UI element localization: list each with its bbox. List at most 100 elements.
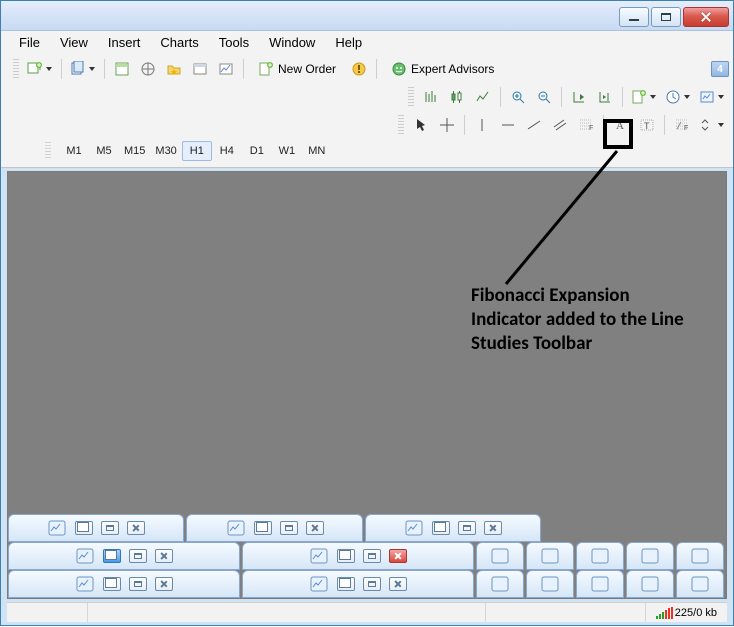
- mdi-window[interactable]: [365, 514, 541, 542]
- toolbar-grip[interactable]: [398, 115, 404, 135]
- menu-charts[interactable]: Charts: [150, 33, 208, 52]
- mdi-window[interactable]: [526, 542, 574, 570]
- tf-w1[interactable]: W1: [272, 141, 302, 161]
- fibonacci-retracement-button[interactable]: F: [574, 113, 598, 137]
- restore-button[interactable]: [337, 549, 355, 563]
- menu-file[interactable]: File: [9, 33, 50, 52]
- text-label-button[interactable]: T: [635, 113, 659, 137]
- maximize-button[interactable]: [458, 521, 476, 535]
- strategy-tester-button[interactable]: [214, 57, 238, 81]
- fibonacci-expansion-button[interactable]: F: [670, 113, 694, 137]
- mdi-window[interactable]: [676, 542, 724, 570]
- mdi-window[interactable]: [676, 570, 724, 598]
- mdi-window[interactable]: [626, 570, 674, 598]
- tf-m30[interactable]: M30: [150, 141, 181, 161]
- mdi-window-active[interactable]: [8, 542, 240, 570]
- zoom-in-button[interactable]: [506, 85, 530, 109]
- alerts-count-badge[interactable]: 4: [711, 61, 729, 77]
- terminal-button[interactable]: [188, 57, 212, 81]
- mdi-window[interactable]: [242, 570, 474, 598]
- candlestick-button[interactable]: [445, 85, 469, 109]
- maximize-button[interactable]: [363, 577, 381, 591]
- menu-help[interactable]: Help: [325, 33, 372, 52]
- new-order-button[interactable]: New Order: [249, 57, 345, 81]
- tf-mn[interactable]: MN: [302, 141, 332, 161]
- chart-window-icon: [640, 548, 660, 564]
- menu-insert[interactable]: Insert: [98, 33, 151, 52]
- close-button[interactable]: [306, 521, 324, 535]
- cursor-button[interactable]: [409, 113, 433, 137]
- close-button[interactable]: [155, 549, 173, 563]
- auto-scroll-button[interactable]: [567, 85, 591, 109]
- mdi-window[interactable]: [576, 570, 624, 598]
- tf-m1[interactable]: M1: [59, 141, 89, 161]
- tf-h1[interactable]: H1: [182, 141, 212, 161]
- menu-window[interactable]: Window: [259, 33, 325, 52]
- vertical-line-button[interactable]: [470, 113, 494, 137]
- status-connection[interactable]: 225/0 kb: [645, 603, 727, 622]
- toolbar-grip[interactable]: [408, 87, 414, 107]
- bar-chart-button[interactable]: [419, 85, 443, 109]
- close-button[interactable]: [127, 521, 145, 535]
- chevron-down-icon: [46, 67, 52, 71]
- close-button[interactable]: [155, 577, 173, 591]
- restore-button[interactable]: [103, 549, 121, 563]
- close-button[interactable]: [389, 577, 407, 591]
- tf-m5[interactable]: M5: [89, 141, 119, 161]
- equidistant-channel-button[interactable]: [548, 113, 572, 137]
- close-button[interactable]: [683, 7, 729, 27]
- templates-button[interactable]: [696, 85, 728, 109]
- chart-shift-button[interactable]: [593, 85, 617, 109]
- mdi-window[interactable]: [626, 542, 674, 570]
- maximize-button[interactable]: [280, 521, 298, 535]
- metaeditor-button[interactable]: [347, 57, 371, 81]
- toolbar-grip[interactable]: [13, 59, 19, 79]
- close-button[interactable]: [484, 521, 502, 535]
- crosshair-button[interactable]: [435, 113, 459, 137]
- market-watch-button[interactable]: [110, 57, 134, 81]
- indicators-list-button[interactable]: [628, 85, 660, 109]
- mdi-window[interactable]: [8, 514, 184, 542]
- arrows-button[interactable]: [696, 113, 728, 137]
- trendline-button[interactable]: [522, 113, 546, 137]
- restore-button[interactable]: [432, 521, 450, 535]
- chart-window-icon: [540, 576, 560, 592]
- tf-h4[interactable]: H4: [212, 141, 242, 161]
- tf-d1[interactable]: D1: [242, 141, 272, 161]
- restore-button[interactable]: [337, 577, 355, 591]
- menu-tools[interactable]: Tools: [209, 33, 259, 52]
- mdi-window[interactable]: [8, 570, 240, 598]
- mdi-window[interactable]: [476, 570, 524, 598]
- periodicity-button[interactable]: [662, 85, 694, 109]
- toolbar-grip[interactable]: [45, 142, 51, 160]
- maximize-button[interactable]: [101, 521, 119, 535]
- horizontal-line-button[interactable]: [496, 113, 520, 137]
- mdi-window[interactable]: [576, 542, 624, 570]
- arrows-icon: [699, 117, 715, 133]
- status-help: [7, 603, 87, 622]
- restore-button[interactable]: [103, 577, 121, 591]
- mdi-window[interactable]: [526, 570, 574, 598]
- mdi-window[interactable]: [242, 542, 474, 570]
- menu-view[interactable]: View: [50, 33, 98, 52]
- mdi-window[interactable]: [476, 542, 524, 570]
- line-chart-button[interactable]: [471, 85, 495, 109]
- toolbar-charts: [5, 83, 729, 111]
- mdi-window[interactable]: [186, 514, 362, 542]
- profiles-button[interactable]: [67, 57, 99, 81]
- restore-button[interactable]: [254, 521, 272, 535]
- data-window-button[interactable]: [162, 57, 186, 81]
- toolbar-standard: New Order Expert Advisors 4: [5, 55, 729, 83]
- restore-button[interactable]: [75, 521, 93, 535]
- new-chart-button[interactable]: [24, 57, 56, 81]
- maximize-button[interactable]: [651, 7, 681, 27]
- maximize-button[interactable]: [363, 549, 381, 563]
- close-button[interactable]: [389, 549, 407, 563]
- minimize-button[interactable]: [619, 7, 649, 27]
- maximize-button[interactable]: [129, 549, 147, 563]
- navigator-button[interactable]: [136, 57, 160, 81]
- maximize-button[interactable]: [129, 577, 147, 591]
- tf-m15[interactable]: M15: [119, 141, 150, 161]
- zoom-out-button[interactable]: [532, 85, 556, 109]
- expert-advisors-button[interactable]: Expert Advisors: [382, 57, 503, 81]
